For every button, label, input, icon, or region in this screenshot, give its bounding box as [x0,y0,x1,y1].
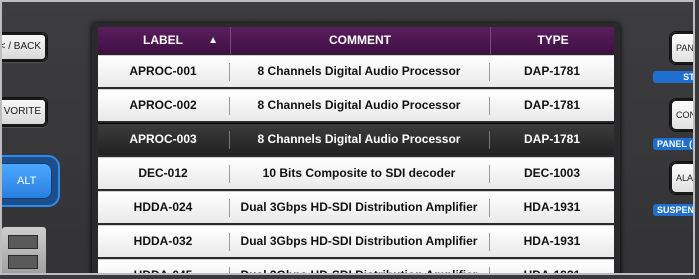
row-comment-cell: 10 Bits Composite to SDI decoder [262,166,456,180]
app-frame: < / BACK VORITE ALT LABEL ▲ COMMENT TYPE… [0,0,695,275]
column-divider [489,131,490,149]
column-divider [489,233,490,251]
column-header-comment[interactable]: COMMENT [230,27,489,54]
favorite-button[interactable]: VORITE [2,97,48,127]
column-divider [229,165,230,183]
column-divider [489,199,490,217]
row-type-cell: DAP-1781 [523,132,581,146]
column-divider [489,97,490,115]
table-row[interactable]: APROC-003 8 Channels Digital Audio Proces… [98,123,614,155]
row-comment-cell: Dual 3Gbps HD-SDI Distribution Amplifier [240,200,478,214]
row-comment-cell: 8 Channels Digital Audio Processor [257,132,461,146]
row-label-cell: HDDA-032 [133,234,193,248]
column-divider [229,97,230,115]
column-header-label-text: LABEL [143,33,183,47]
back-button[interactable]: < / BACK [2,32,48,62]
column-divider [489,267,490,273]
con-status-label: PANEL ( [653,138,693,150]
row-comment-cell: Dual 3Gbps HD-SDI Distribution Amplifier [240,234,478,248]
row-type-cell: DAP-1781 [523,64,581,78]
column-divider [229,63,230,81]
table-row[interactable]: HDDA-024 Dual 3Gbps HD-SDI Distribution A… [98,191,614,223]
usb-port-icon [2,227,46,273]
column-divider [229,233,230,251]
column-divider [229,199,230,217]
con-button[interactable]: CON [669,98,693,132]
table-header: LABEL ▲ COMMENT TYPE [98,27,614,54]
row-label-cell: APROC-002 [129,98,197,112]
row-label-cell: DEC-012 [138,166,188,180]
row-label-cell: HDDA-045 [133,268,193,275]
panel-button[interactable]: PANEL [669,31,693,65]
row-comment-cell: 8 Channels Digital Audio Processor [257,98,461,112]
usb-slot [8,255,38,269]
column-divider [489,63,490,81]
alarm-button[interactable]: ALAF [669,161,693,195]
row-type-cell: HDA-1931 [523,200,581,214]
row-type-cell: HDA-1931 [523,234,581,248]
table-row[interactable]: APROC-002 8 Channels Digital Audio Proces… [98,89,614,121]
column-header-type[interactable]: TYPE [490,27,615,54]
usb-slot [8,235,38,249]
table-row[interactable]: DEC-012 10 Bits Composite to SDI decoder D… [98,157,614,189]
row-label-cell: APROC-003 [129,132,197,146]
table-row[interactable]: HDDA-045 Dual 3Gbps HD-SDI Distribution A… [98,259,614,275]
device-table: LABEL ▲ COMMENT TYPE APROC-001 8 Channels… [92,23,620,275]
row-type-cell: DEC-1003 [523,166,581,180]
row-comment-cell: 8 Channels Digital Audio Processor [257,64,461,78]
column-divider [489,165,490,183]
table-row[interactable]: HDDA-032 Dual 3Gbps HD-SDI Distribution A… [98,225,614,257]
row-label-cell: HDDA-024 [133,200,193,214]
row-label-cell: APROC-001 [129,64,197,78]
column-divider [229,267,230,273]
table-row[interactable]: APROC-001 8 Channels Digital Audio Proces… [98,55,614,87]
sort-ascending-icon: ▲ [208,35,218,46]
column-divider [229,131,230,149]
row-type-cell: DAP-1781 [523,98,581,112]
alarm-status-label: SUSPEND [653,204,693,216]
panel-status-label: STAN [653,71,693,83]
alt-button[interactable]: ALT [2,163,52,199]
row-type-cell: HDA-1931 [523,268,581,275]
alt-button-frame: ALT [2,155,60,207]
row-comment-cell: Dual 3Gbps HD-SDI Distribution Amplifier [240,268,478,275]
column-header-label[interactable]: LABEL ▲ [98,27,228,54]
